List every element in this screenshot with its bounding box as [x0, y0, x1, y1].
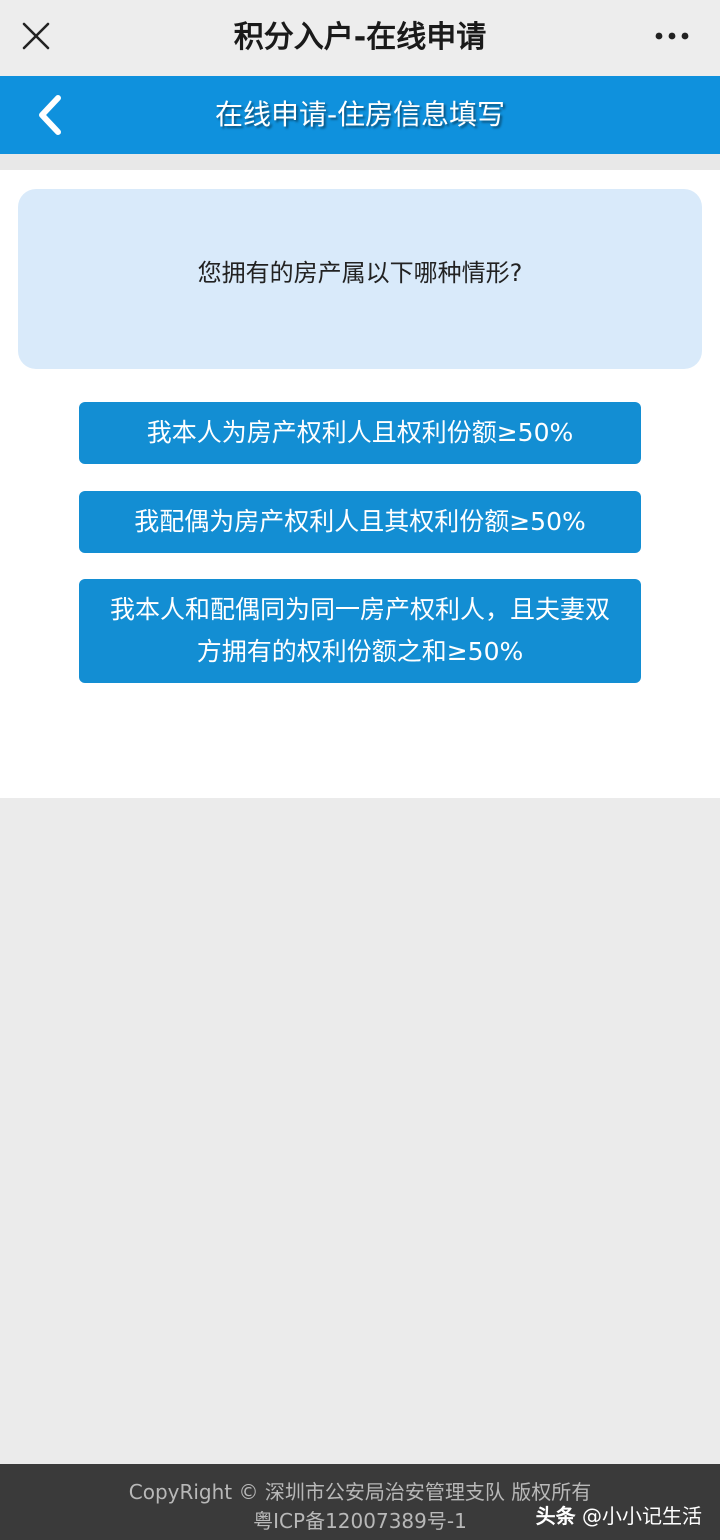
page-title: 在线申请-住房信息填写	[214, 98, 506, 131]
option-button-joint-owners[interactable]: 我本人和配偶同为同一房产权利人，且夫妻双方拥有的权利份额之和≥50%	[79, 579, 641, 683]
question-card: 您拥有的房产属以下哪种情形?	[18, 189, 702, 369]
top-navigation-bar: 积分入户-在线申请	[0, 0, 720, 76]
page-header: 在线申请-住房信息填写	[0, 76, 720, 154]
more-options-icon[interactable]	[654, 26, 690, 46]
option-button-self-owner[interactable]: 我本人为房产权利人且权利份额≥50%	[79, 402, 641, 464]
watermark: 头条 @小小记生活	[536, 1500, 702, 1529]
option-label: 我本人和配偶同为同一房产权利人，且夫妻双方拥有的权利份额之和≥50%	[109, 595, 610, 666]
watermark-brand: 头条	[535, 1504, 576, 1528]
option-label: 我配偶为房产权利人且其权利份额≥50%	[134, 507, 586, 536]
section-divider	[0, 154, 720, 170]
window-title: 积分入户-在线申请	[233, 20, 487, 55]
main-content: 您拥有的房产属以下哪种情形? 我本人为房产权利人且权利份额≥50% 我配偶为房产…	[0, 170, 720, 798]
question-text: 您拥有的房产属以下哪种情形?	[197, 259, 523, 287]
option-button-spouse-owner[interactable]: 我配偶为房产权利人且其权利份额≥50%	[79, 491, 641, 553]
option-label: 我本人为房产权利人且权利份额≥50%	[146, 418, 574, 447]
watermark-handle: @小小记生活	[582, 1504, 702, 1528]
